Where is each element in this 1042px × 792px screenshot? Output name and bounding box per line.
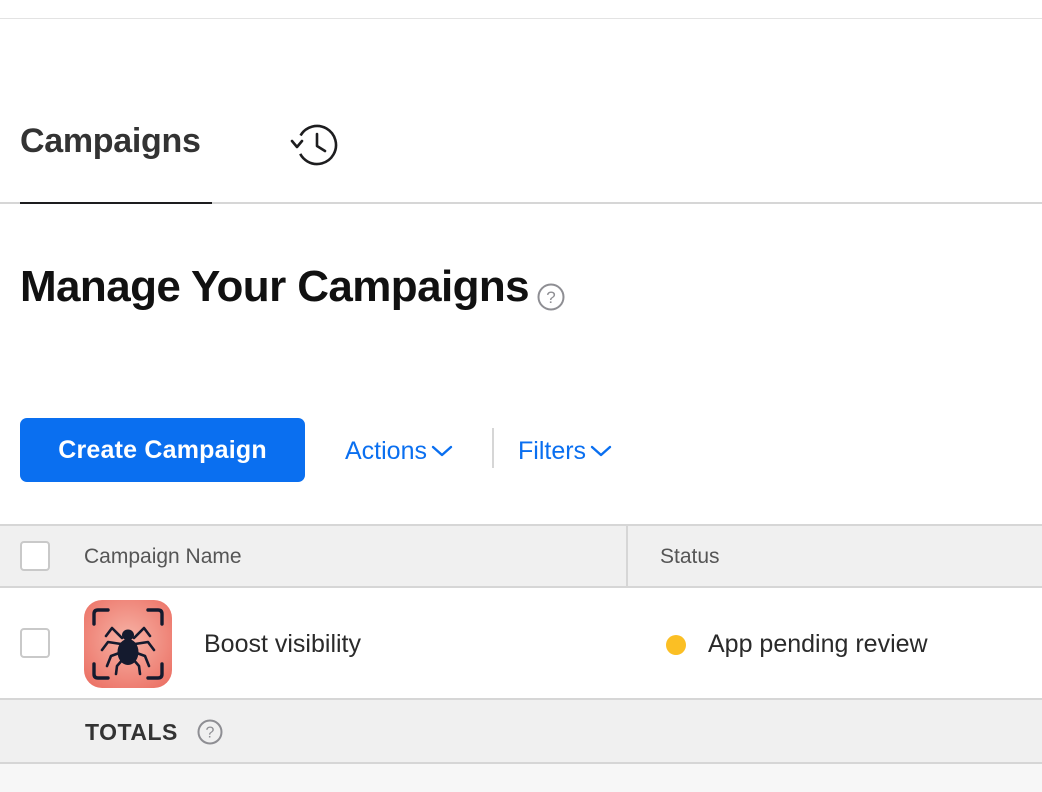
chevron-down-icon <box>431 445 453 457</box>
actions-label: Actions <box>345 436 427 465</box>
tab-campaigns-label: Campaigns <box>20 122 201 160</box>
status-text: App pending review <box>708 630 928 658</box>
footer-area <box>0 764 1042 792</box>
filters-label: Filters <box>518 436 587 465</box>
history-clock-icon <box>290 124 338 166</box>
chevron-down-icon <box>590 445 612 457</box>
svg-text:?: ? <box>206 725 215 742</box>
row-checkbox[interactable] <box>20 628 50 658</box>
question-circle-icon[interactable]: ? <box>536 282 566 312</box>
page-title: Manage Your Campaigns <box>20 262 530 311</box>
table-header: Campaign Name Status <box>0 524 1042 588</box>
toolbar-divider <box>492 428 494 468</box>
spider-app-icon <box>84 600 172 688</box>
column-header-campaign-name[interactable]: Campaign Name <box>84 545 242 569</box>
column-divider[interactable] <box>626 526 628 586</box>
create-campaign-button[interactable]: Create Campaign <box>20 418 305 482</box>
tab-history[interactable] <box>290 120 342 172</box>
totals-row: TOTALS ? <box>0 700 1042 764</box>
svg-text:?: ? <box>546 288 555 307</box>
select-all-checkbox[interactable] <box>20 541 50 571</box>
table-row: Boost visibility App pending review <box>0 588 1042 700</box>
app-icon <box>84 600 172 688</box>
totals-label: TOTALS <box>85 719 178 745</box>
question-circle-icon[interactable]: ? <box>196 718 224 746</box>
status-indicator-dot <box>666 635 686 655</box>
actions-dropdown[interactable]: Actions <box>345 432 453 470</box>
top-divider <box>0 18 1042 19</box>
tab-bar: Campaigns <box>0 100 1042 204</box>
tab-campaigns[interactable]: Campaigns <box>20 100 212 204</box>
column-header-status[interactable]: Status <box>660 545 720 569</box>
campaign-name-link[interactable]: Boost visibility <box>204 630 361 659</box>
filters-dropdown[interactable]: Filters <box>518 432 612 470</box>
